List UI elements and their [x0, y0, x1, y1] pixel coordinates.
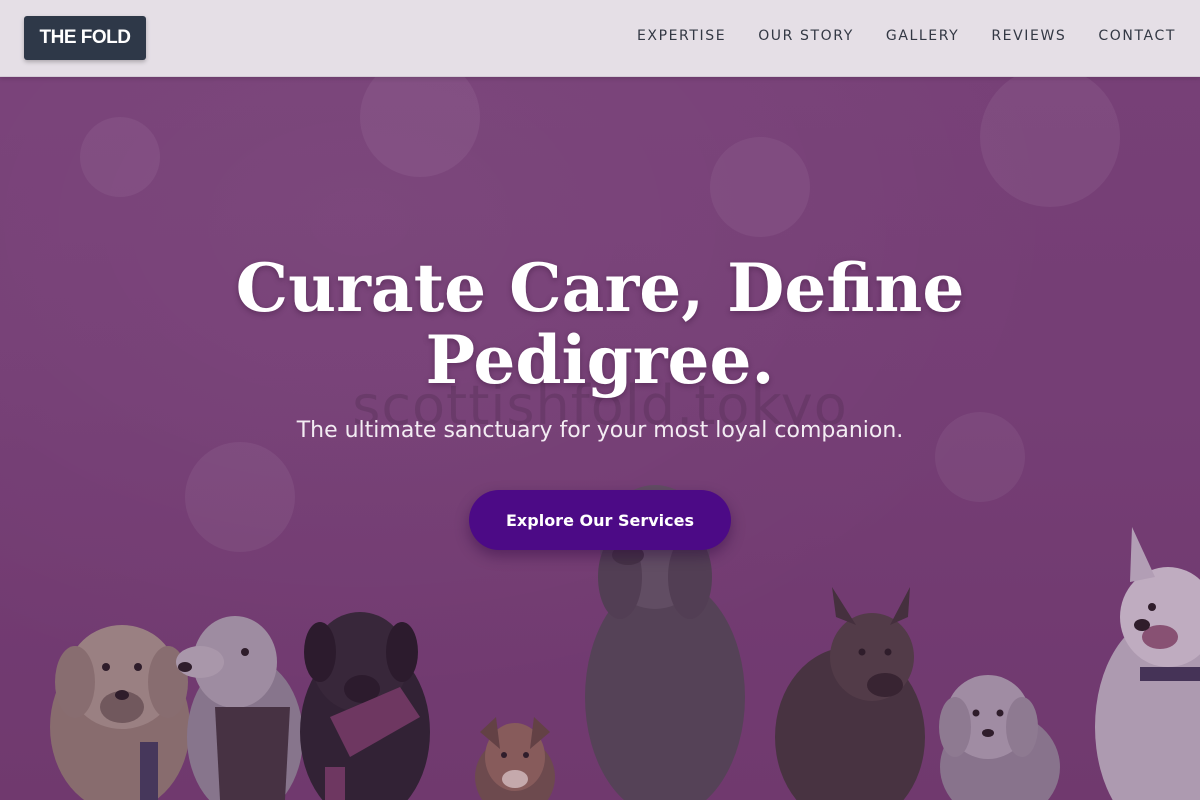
- nav-link-our-story[interactable]: OUR STORY: [758, 28, 854, 44]
- hero-title-line-1: Curate Care, Define: [235, 249, 965, 327]
- nav-link-contact[interactable]: CONTACT: [1098, 28, 1176, 44]
- site-header: THE FOLD EXPERTISE OUR STORY GALLERY REV…: [0, 0, 1200, 77]
- explore-services-button[interactable]: Explore Our Services: [469, 490, 731, 550]
- hero-subtitle: The ultimate sanctuary for your most loy…: [296, 418, 904, 443]
- hero-title-line-2: Pedigree.: [425, 321, 775, 399]
- hero-title: Curate Care, Define Pedigree.: [200, 252, 1000, 396]
- nav-link-expertise[interactable]: EXPERTISE: [637, 28, 726, 44]
- nav-link-gallery[interactable]: GALLERY: [886, 28, 959, 44]
- main-nav: EXPERTISE OUR STORY GALLERY REVIEWS CONT…: [637, 28, 1176, 44]
- nav-link-reviews[interactable]: REVIEWS: [991, 28, 1066, 44]
- hero-section: scottishfold.tokyo Curate Care, Define P…: [0, 77, 1200, 800]
- site-logo[interactable]: THE FOLD: [24, 16, 146, 60]
